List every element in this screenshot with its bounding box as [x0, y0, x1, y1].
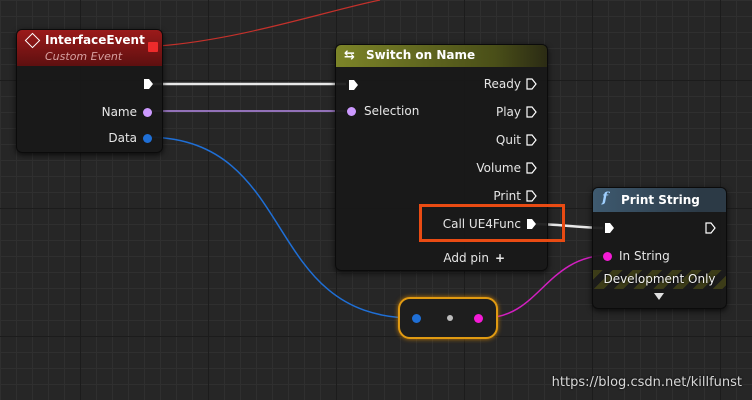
print-string-node[interactable]: f Print String In String Development Onl…: [592, 187, 727, 309]
expand-arrow-icon[interactable]: [654, 293, 664, 300]
add-pin-plus-icon: +: [494, 251, 505, 265]
highlight-box: [419, 204, 565, 242]
conversion-out-pin[interactable]: [474, 314, 483, 323]
print-exec-in-pin[interactable]: [604, 222, 615, 234]
add-pin-label: Add pin: [443, 251, 489, 265]
conversion-node[interactable]: [398, 297, 498, 339]
in-string-label: In String: [619, 249, 670, 263]
out-print-pin[interactable]: [526, 190, 537, 202]
data-pin-label: Data: [108, 131, 137, 145]
switch-out-play: Play: [496, 105, 537, 119]
conversion-center-dot: [447, 315, 453, 321]
switch-icon: ⇆: [344, 48, 355, 63]
name-pin-label: Name: [101, 105, 137, 119]
delegate-wire: [157, 0, 381, 47]
print-exec-out-row: [705, 222, 716, 234]
in-string-pin[interactable]: [603, 251, 612, 261]
switch-exec-in-pin[interactable]: [348, 79, 359, 91]
interface-event-header[interactable]: InterfaceEvent Custom Event: [17, 30, 162, 66]
out-volume-label: Volume: [476, 161, 521, 175]
switch-out-print: Print: [493, 189, 537, 203]
name-pin[interactable]: [143, 107, 152, 117]
exec-out-pin[interactable]: [143, 78, 154, 90]
print-string-header[interactable]: f Print String: [593, 188, 726, 212]
print-exec-in-row: [604, 222, 615, 234]
watermark-text: https://blog.csdn.net/killfunst: [551, 375, 742, 390]
interface-event-subtitle: Custom Event: [45, 50, 123, 63]
switch-title: Switch on Name: [366, 48, 476, 62]
selection-label: Selection: [364, 104, 420, 118]
switch-out-ready: Ready: [484, 77, 537, 91]
out-quit-pin[interactable]: [526, 134, 537, 146]
event-data-row: Data: [108, 131, 152, 145]
function-icon: f: [602, 190, 609, 206]
print-in-string-row: In String: [603, 249, 670, 263]
switch-header[interactable]: ⇆ Switch on Name: [336, 45, 547, 67]
development-only-label: Development Only: [603, 272, 716, 286]
switch-out-volume: Volume: [476, 161, 537, 175]
print-string-title: Print String: [621, 193, 700, 207]
conversion-in-pin[interactable]: [412, 314, 421, 323]
out-print-label: Print: [493, 189, 521, 203]
print-exec-out-pin[interactable]: [705, 222, 716, 234]
add-pin-button[interactable]: Add pin +: [443, 251, 505, 265]
selection-pin[interactable]: [347, 106, 356, 116]
out-volume-pin[interactable]: [526, 162, 537, 174]
delegate-pin[interactable]: [148, 42, 158, 52]
switch-selection-row: Selection: [347, 104, 419, 118]
development-only-banner: Development Only: [593, 270, 726, 289]
switch-exec-in-row: [348, 79, 359, 91]
switch-out-quit: Quit: [496, 133, 537, 147]
event-diamond-icon: [24, 32, 41, 49]
interface-event-node[interactable]: InterfaceEvent Custom Event Name Data: [16, 29, 163, 153]
interface-event-title: InterfaceEvent: [45, 33, 145, 47]
data-pin[interactable]: [143, 133, 152, 143]
out-play-label: Play: [495, 105, 521, 119]
event-exec-out-row: [143, 78, 154, 90]
event-name-row: Name: [102, 105, 152, 119]
out-play-pin[interactable]: [526, 106, 537, 118]
out-ready-pin[interactable]: [526, 78, 537, 90]
out-quit-label: Quit: [495, 133, 521, 147]
out-ready-label: Ready: [483, 77, 521, 91]
